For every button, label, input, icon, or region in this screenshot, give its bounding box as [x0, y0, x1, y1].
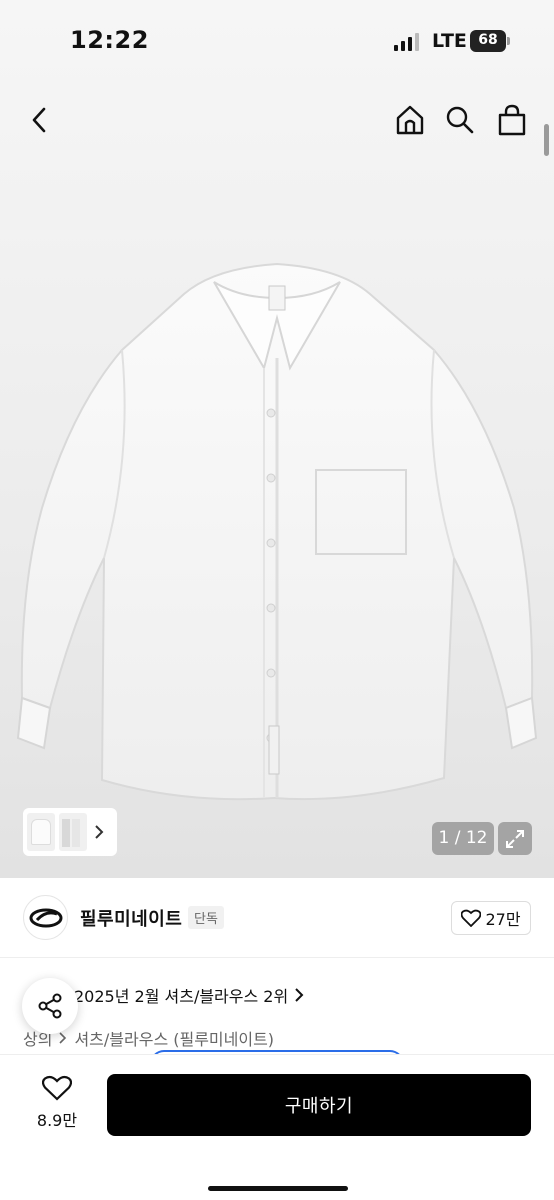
- brand-like-count: 27만: [485, 910, 521, 929]
- heart-icon: [42, 1075, 72, 1101]
- signal-icon: [394, 33, 419, 51]
- brand-like-button[interactable]: 27만: [451, 901, 531, 935]
- breadcrumb-item-subcategory[interactable]: 셔츠/블라우스 (필루미네이트): [74, 1026, 274, 1050]
- brand-logo[interactable]: [23, 895, 68, 940]
- brand-logo-icon: [29, 908, 62, 927]
- chevron-left-icon: [32, 107, 46, 133]
- chevron-right-icon: [295, 988, 304, 1002]
- expand-button[interactable]: [498, 822, 532, 855]
- brand-row: 필루미네이트 단독 27만: [0, 878, 554, 958]
- product-image: [16, 262, 538, 801]
- expand-icon: [506, 829, 524, 848]
- thumbnail-strip[interactable]: [23, 808, 117, 856]
- share-icon: [38, 993, 62, 1019]
- bottom-action-bar: 8.9만 구매하기: [0, 1054, 554, 1200]
- search-icon: [446, 106, 474, 134]
- buy-button[interactable]: 구매하기: [107, 1074, 531, 1136]
- wishlist-button[interactable]: 8.9만: [30, 1075, 84, 1139]
- product-image-gallery[interactable]: 12:22 LTE 68 1 / 12: [0, 0, 554, 878]
- battery-icon: 68: [470, 30, 510, 52]
- home-indicator: [208, 1186, 348, 1191]
- thumbnail-shirt-front[interactable]: [27, 813, 55, 851]
- exclusive-badge: 단독: [188, 906, 224, 929]
- share-button[interactable]: [22, 978, 78, 1034]
- home-button[interactable]: [390, 100, 430, 140]
- heart-icon: [461, 909, 482, 927]
- ranking-link[interactable]: 2025년 2월 셔츠/블라우스 2위: [74, 983, 306, 1007]
- network-label: LTE: [432, 30, 467, 52]
- thumbnail-shirt-details[interactable]: [59, 813, 87, 851]
- image-counter: 1 / 12: [432, 822, 494, 855]
- home-icon: [396, 105, 424, 135]
- shopping-bag-icon: [498, 104, 526, 136]
- search-button[interactable]: [440, 100, 480, 140]
- brand-name[interactable]: 필루미네이트: [80, 905, 182, 931]
- scrollbar[interactable]: [544, 124, 549, 156]
- status-bar: 12:22 LTE 68: [0, 0, 554, 80]
- chevron-right-icon: [95, 825, 104, 839]
- cart-button[interactable]: [492, 100, 532, 140]
- wishlist-count: 8.9만: [36, 1111, 78, 1130]
- status-time: 12:22: [70, 26, 149, 54]
- chevron-right-icon: [59, 1032, 67, 1044]
- ranking-text: 2025년 2월 셔츠/블라우스 2위: [74, 987, 289, 1006]
- back-button[interactable]: [20, 100, 60, 140]
- battery-percent: 68: [478, 32, 498, 48]
